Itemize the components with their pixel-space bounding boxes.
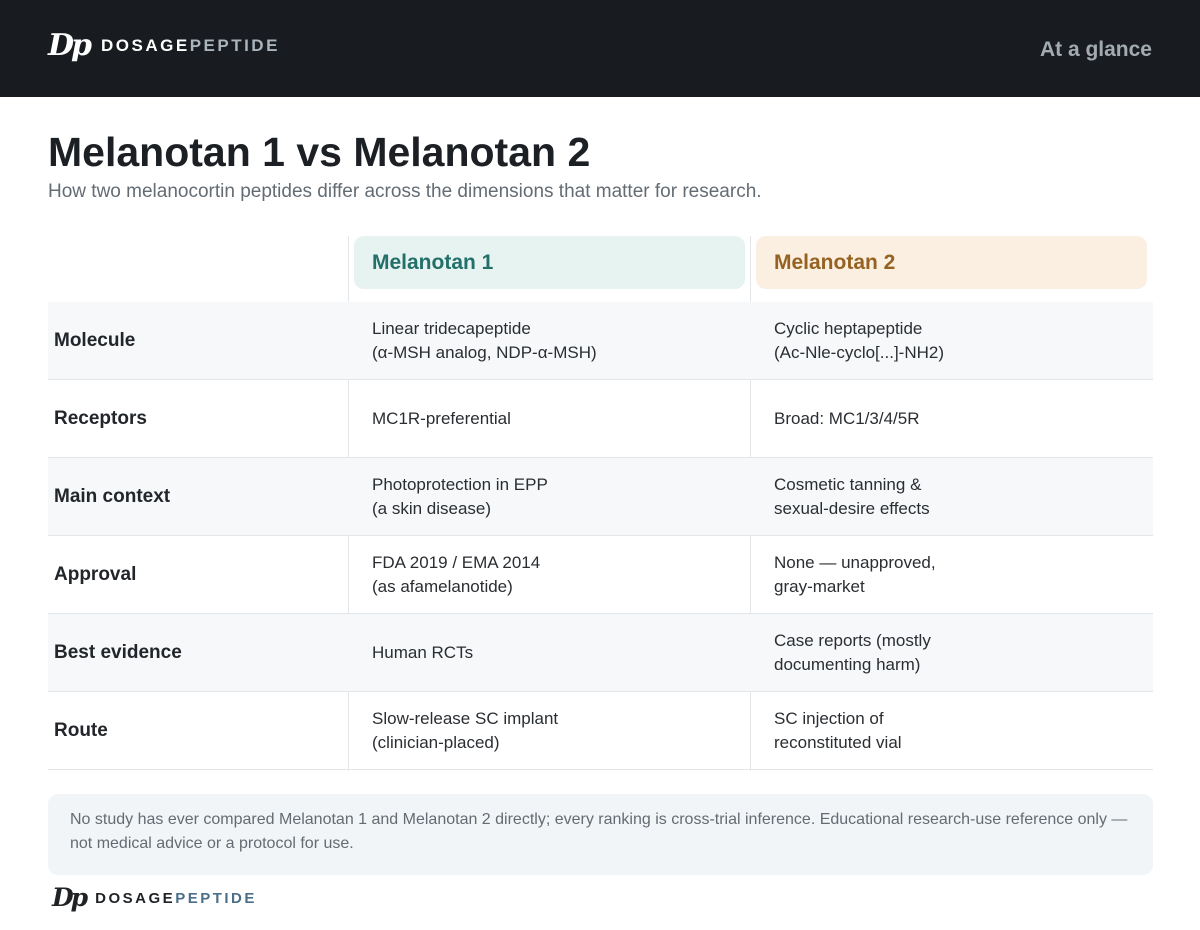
brand-word-peptide: PEPTIDE <box>189 36 280 55</box>
cell-line: Cyclic heptapeptide <box>774 318 923 338</box>
cell-line: Case reports (mostly <box>774 630 931 650</box>
footer-word-dosage: DOSAGE <box>95 889 176 907</box>
brand-word-dosage: DOSAGE <box>101 36 190 55</box>
row-label: Main context <box>54 485 171 507</box>
cell-melanotan-2: SC injection of reconstituted vial <box>774 692 1134 769</box>
table-row-receptors: Receptors MC1R-preferential Broad: MC1/3… <box>48 380 1153 458</box>
page-title: Melanotan 1 vs Melanotan 2 <box>48 129 591 175</box>
cell-melanotan-1: MC1R-preferential <box>372 380 732 457</box>
column-header-melanotan-1: Melanotan 1 <box>354 236 745 289</box>
cell-line: (Ac-Nle-cyclo[...]-NH2) <box>774 342 945 362</box>
top-bar: Dp DOSAGE PEPTIDE At a glance <box>0 0 1200 97</box>
comparison-table: Molecule Linear tridecapeptide (α-MSH an… <box>48 302 1153 770</box>
row-label: Best evidence <box>54 641 182 663</box>
cell-line: gray-market <box>774 576 865 596</box>
table-row-route: Route Slow-release SC implant (clinician… <box>48 692 1153 770</box>
table-row-main-context: Main context Photoprotection in EPP (a s… <box>48 458 1153 536</box>
cell-line: sexual-desire effects <box>774 498 930 518</box>
table-row-best-evidence: Best evidence Human RCTs Case reports (m… <box>48 614 1153 692</box>
cell-line: SC injection of <box>774 708 884 728</box>
brand-logo-mark: Dp <box>48 28 92 63</box>
cell-line: Human RCTs <box>372 642 474 662</box>
cell-line: Slow-release SC implant <box>372 708 559 728</box>
cell-line: (clinician-placed) <box>372 732 500 752</box>
cell-line: MC1R-preferential <box>372 408 511 428</box>
cell-line: (α-MSH analog, NDP-α-MSH) <box>372 342 597 362</box>
cell-melanotan-2: None — unapproved, gray-market <box>774 536 1134 613</box>
cell-melanotan-1: Slow-release SC implant (clinician-place… <box>372 692 732 769</box>
row-label: Receptors <box>54 407 147 429</box>
header-tagline: At a glance <box>1039 38 1152 61</box>
footer-logo[interactable]: Dp DOSAGE PEPTIDE <box>52 884 257 912</box>
cell-melanotan-2: Cosmetic tanning & sexual-desire effects <box>774 458 1134 535</box>
table-row-approval: Approval FDA 2019 / EMA 2014 (as afamela… <box>48 536 1153 614</box>
footer-logo-mark: Dp <box>52 883 88 912</box>
cell-line: Photoprotection in EPP <box>372 474 548 494</box>
cell-line: (a skin disease) <box>372 498 492 518</box>
cell-melanotan-2: Broad: MC1/3/4/5R <box>774 380 1134 457</box>
cell-melanotan-1: Human RCTs <box>372 614 732 691</box>
disclaimer-note: No study has ever compared Melanotan 1 a… <box>48 794 1153 875</box>
cell-line: None — unapproved, <box>774 552 936 572</box>
table-row-molecule: Molecule Linear tridecapeptide (α-MSH an… <box>48 302 1153 380</box>
row-label: Route <box>54 719 108 741</box>
cell-line: Broad: MC1/3/4/5R <box>774 408 920 428</box>
row-label: Molecule <box>54 329 136 351</box>
cell-line: Cosmetic tanning & <box>774 474 922 494</box>
cell-line: Linear tridecapeptide <box>372 318 531 338</box>
cell-line: FDA 2019 / EMA 2014 <box>372 552 541 572</box>
cell-melanotan-2: Case reports (mostly documenting harm) <box>774 614 1134 691</box>
column-header-melanotan-2: Melanotan 2 <box>756 236 1147 289</box>
cell-melanotan-2: Cyclic heptapeptide (Ac-Nle-cyclo[...]-N… <box>774 302 1134 379</box>
row-label: Approval <box>54 563 137 585</box>
cell-melanotan-1: Photoprotection in EPP (a skin disease) <box>372 458 732 535</box>
cell-line: documenting harm) <box>774 654 921 674</box>
brand-logo[interactable]: Dp DOSAGE PEPTIDE <box>48 30 280 62</box>
cell-melanotan-1: Linear tridecapeptide (α-MSH analog, NDP… <box>372 302 732 379</box>
footer-word-peptide: PEPTIDE <box>175 889 257 907</box>
cell-line: (as afamelanotide) <box>372 576 513 596</box>
page-subtitle: How two melanocortin peptides differ acr… <box>48 181 762 202</box>
cell-melanotan-1: FDA 2019 / EMA 2014 (as afamelanotide) <box>372 536 732 613</box>
cell-line: reconstituted vial <box>774 732 902 752</box>
